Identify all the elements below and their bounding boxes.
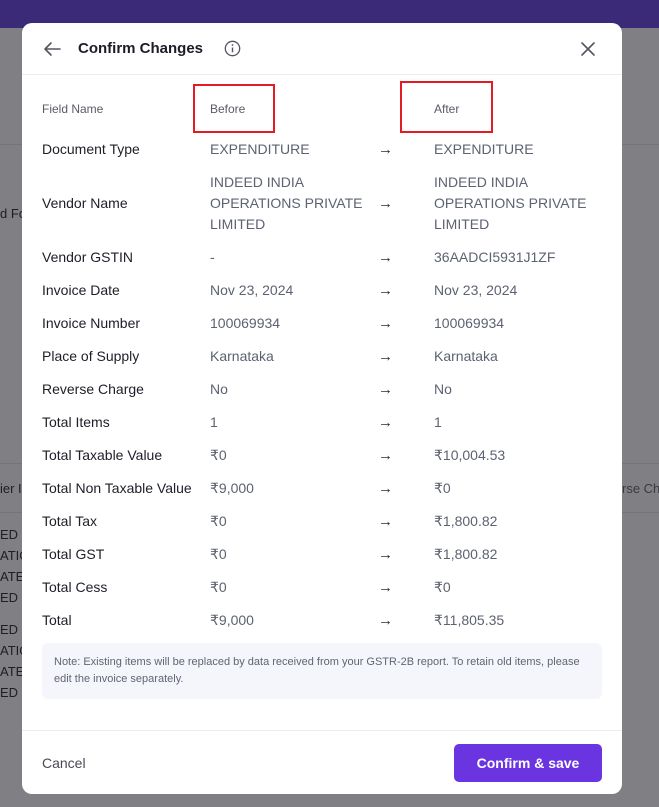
table-row: Total Non Taxable Value ₹9,000 → ₹0: [22, 478, 622, 506]
before-value: Karnataka: [210, 348, 274, 364]
table-row: Total Tax ₹0 → ₹1,800.82: [22, 511, 622, 539]
after-value: Karnataka: [434, 348, 498, 364]
table-row: Reverse Charge No → No: [22, 379, 622, 407]
table-row: Total Taxable Value ₹0 → ₹10,004.53: [22, 445, 622, 473]
before-value: ₹0: [210, 513, 227, 529]
arrow-right-icon: →: [378, 315, 393, 332]
bg-fragment: rse Ch: [622, 481, 659, 496]
after-value: 36AADCI5931J1ZF: [434, 249, 556, 265]
confirm-changes-modal: Confirm Changes Field Name Before After …: [22, 23, 622, 794]
arrow-right-icon: →: [378, 579, 393, 596]
arrow-left-icon[interactable]: [42, 39, 62, 59]
after-value: ₹0: [434, 579, 451, 595]
arrow-right-icon: →: [378, 612, 393, 629]
column-header-field-name: Field Name: [42, 102, 104, 116]
arrow-right-icon: →: [378, 513, 393, 530]
cancel-button[interactable]: Cancel: [42, 755, 86, 771]
after-value: ₹11,805.35: [434, 612, 505, 628]
table-row: Vendor Name INDEED INDIA OPERATIONS PRIV…: [22, 172, 622, 235]
modal-header: Confirm Changes: [22, 23, 622, 75]
bg-fragment: ED: [0, 685, 19, 700]
table-row: Invoice Number 100069934 → 100069934: [22, 313, 622, 341]
table-row: Total GST ₹0 → ₹1,800.82: [22, 544, 622, 572]
table-row: Total Cess ₹0 → ₹0: [22, 577, 622, 605]
after-value: Nov 23, 2024: [434, 282, 518, 298]
before-value: -: [210, 249, 215, 265]
before-value: ₹0: [210, 579, 227, 595]
arrow-right-icon: →: [378, 414, 393, 431]
before-value: ₹0: [210, 546, 227, 562]
table-row: Document Type EXPENDITURE → EXPENDITURE: [22, 139, 622, 167]
after-value: EXPENDITURE: [434, 141, 534, 157]
arrow-right-icon: →: [378, 249, 393, 266]
field-name: Total Cess: [42, 579, 108, 595]
after-value: ₹1,800.82: [434, 546, 498, 562]
before-value: ₹0: [210, 447, 227, 463]
highlight-box-after: [400, 81, 493, 133]
before-value: No: [210, 381, 228, 397]
info-icon[interactable]: [224, 40, 241, 57]
field-name: Vendor Name: [42, 195, 128, 211]
field-name: Total GST: [42, 546, 105, 562]
arrow-right-icon: →: [378, 546, 393, 563]
field-name: Document Type: [42, 141, 140, 157]
highlight-box-before: [193, 84, 275, 133]
modal-title: Confirm Changes: [78, 40, 204, 57]
before-value: Nov 23, 2024: [210, 282, 294, 298]
after-value: 100069934: [434, 315, 505, 331]
arrow-right-icon: →: [378, 447, 393, 464]
bg-fragment: ier I: [0, 481, 22, 496]
before-value: INDEED INDIA OPERATIONS PRIVATE LIMITED: [210, 174, 363, 232]
table-row: Total ₹9,000 → ₹11,805.35: [22, 610, 622, 638]
after-value: ₹1,800.82: [434, 513, 498, 529]
confirm-save-button[interactable]: Confirm & save: [454, 744, 602, 782]
field-name: Invoice Date: [42, 282, 120, 298]
before-value: ₹9,000: [210, 480, 254, 496]
table-row: Total Items 1 → 1: [22, 412, 622, 440]
field-name: Total: [42, 612, 72, 628]
table-row: Vendor GSTIN - → 36AADCI5931J1ZF: [22, 247, 622, 275]
before-value: 100069934: [210, 315, 281, 331]
after-value: ₹0: [434, 480, 451, 496]
arrow-right-icon: →: [378, 195, 393, 212]
field-name: Vendor GSTIN: [42, 249, 134, 265]
arrow-right-icon: →: [378, 480, 393, 497]
field-name: Total Tax: [42, 513, 97, 529]
modal-footer: Cancel Confirm & save: [22, 730, 622, 794]
after-value: INDEED INDIA OPERATIONS PRIVATE LIMITED: [434, 174, 587, 232]
before-value: 1: [210, 414, 218, 430]
field-name: Reverse Charge: [42, 381, 144, 397]
replacement-note: Note: Existing items will be replaced by…: [42, 643, 602, 699]
field-name: Total Taxable Value: [42, 447, 163, 463]
arrow-right-icon: →: [378, 282, 393, 299]
before-value: ₹9,000: [210, 612, 254, 628]
arrow-right-icon: →: [378, 381, 393, 398]
bg-fragment: ATE: [0, 569, 25, 584]
field-name: Total Non Taxable Value: [42, 480, 192, 496]
arrow-right-icon: →: [378, 348, 393, 365]
after-value: ₹10,004.53: [434, 447, 506, 463]
close-icon[interactable]: [579, 40, 597, 58]
table-row: Invoice Date Nov 23, 2024 → Nov 23, 2024: [22, 280, 622, 308]
after-value: No: [434, 381, 452, 397]
field-name: Place of Supply: [42, 348, 140, 364]
after-value: 1: [434, 414, 442, 430]
before-value: EXPENDITURE: [210, 141, 310, 157]
bg-fragment: ED: [0, 590, 19, 605]
field-name: Invoice Number: [42, 315, 141, 331]
table-row: Place of Supply Karnataka → Karnataka: [22, 346, 622, 374]
arrow-right-icon: →: [378, 141, 393, 158]
bg-fragment: ATE: [0, 664, 25, 679]
field-name: Total Items: [42, 414, 110, 430]
